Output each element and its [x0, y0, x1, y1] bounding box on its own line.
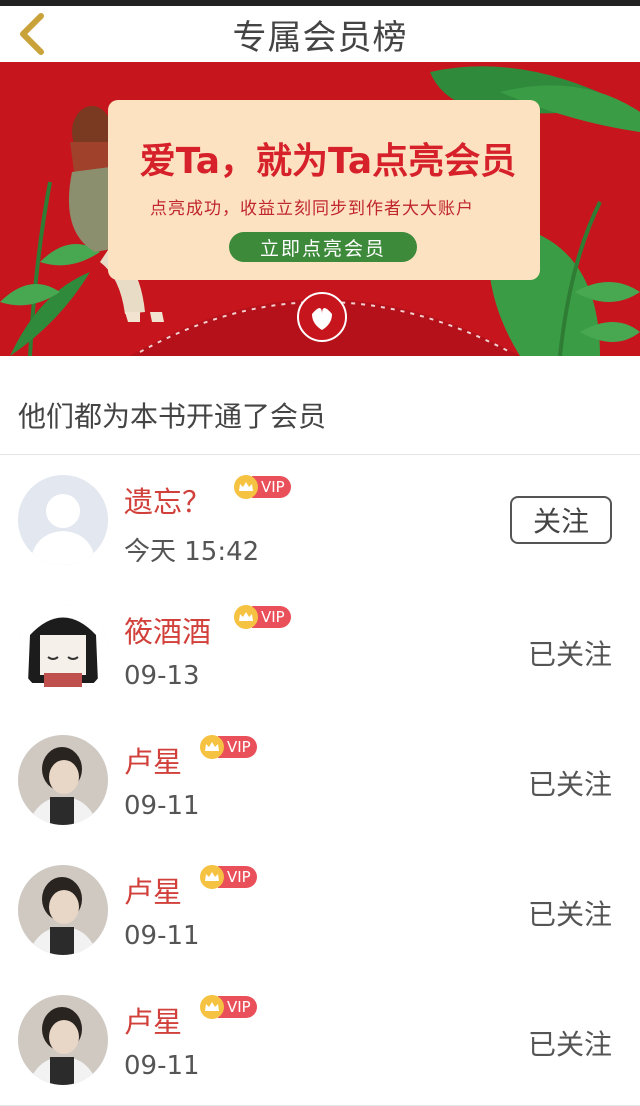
member-date: 09-11: [124, 921, 200, 951]
crown-icon: [234, 475, 258, 499]
section-title: 他们都为本书开通了会员: [18, 400, 327, 433]
member-name[interactable]: 遗忘？: [124, 479, 211, 521]
member-row[interactable]: 卢星 VIP 09-11 已关注: [0, 715, 640, 846]
follow-button[interactable]: 关注: [510, 496, 612, 544]
vip-badge: VIP: [200, 995, 257, 1019]
member-row[interactable]: 卢星 VIP 09-11 已关注: [0, 975, 640, 1106]
banner-subtitle: 点亮成功，收益立刻同步到作者大大账户: [150, 199, 474, 219]
crown-icon: [200, 995, 224, 1019]
banner-headline: 爱Ta，就为Ta点亮会员: [139, 141, 517, 182]
crown-icon: [234, 605, 258, 629]
member-name[interactable]: 卢星: [124, 739, 182, 781]
avatar[interactable]: [18, 995, 108, 1085]
avatar[interactable]: [18, 475, 108, 565]
member-date: 09-13: [124, 661, 200, 691]
member-date: 今天 15:42: [124, 537, 260, 567]
crown-icon: [200, 735, 224, 759]
promo-banner[interactable]: 爱Ta，就为Ta点亮会员 点亮成功，收益立刻同步到作者大大账户 立即点亮会员: [0, 62, 640, 356]
page-title: 专属会员榜: [232, 17, 408, 58]
member-name[interactable]: 卢星: [124, 999, 182, 1041]
followed-status[interactable]: 已关注: [528, 763, 612, 803]
header: 专属会员榜: [0, 6, 640, 62]
vip-badge: VIP: [200, 735, 257, 759]
vip-badge: VIP: [234, 605, 291, 629]
member-date: 09-11: [124, 1051, 200, 1081]
member-name[interactable]: 卢星: [124, 869, 182, 911]
vip-badge: VIP: [234, 475, 291, 499]
member-row[interactable]: 筱酒酒 VIP 09-13 已关注: [0, 585, 640, 716]
member-row[interactable]: 遗忘？ VIP 今天 15:42 关注: [0, 455, 640, 586]
member-name[interactable]: 筱酒酒: [124, 609, 211, 651]
avatar[interactable]: [18, 605, 108, 695]
member-date: 09-11: [124, 791, 200, 821]
avatar[interactable]: [18, 735, 108, 825]
crown-icon: [200, 865, 224, 889]
light-up-membership-button[interactable]: 立即点亮会员: [229, 232, 417, 262]
chevron-left-icon: [20, 13, 44, 55]
vip-badge: VIP: [200, 865, 257, 889]
followed-status[interactable]: 已关注: [528, 1023, 612, 1063]
member-row[interactable]: 卢星 VIP 09-11 已关注: [0, 845, 640, 976]
followed-status[interactable]: 已关注: [528, 633, 612, 673]
back-button[interactable]: [10, 10, 54, 58]
avatar[interactable]: [18, 865, 108, 955]
followed-status[interactable]: 已关注: [528, 893, 612, 933]
